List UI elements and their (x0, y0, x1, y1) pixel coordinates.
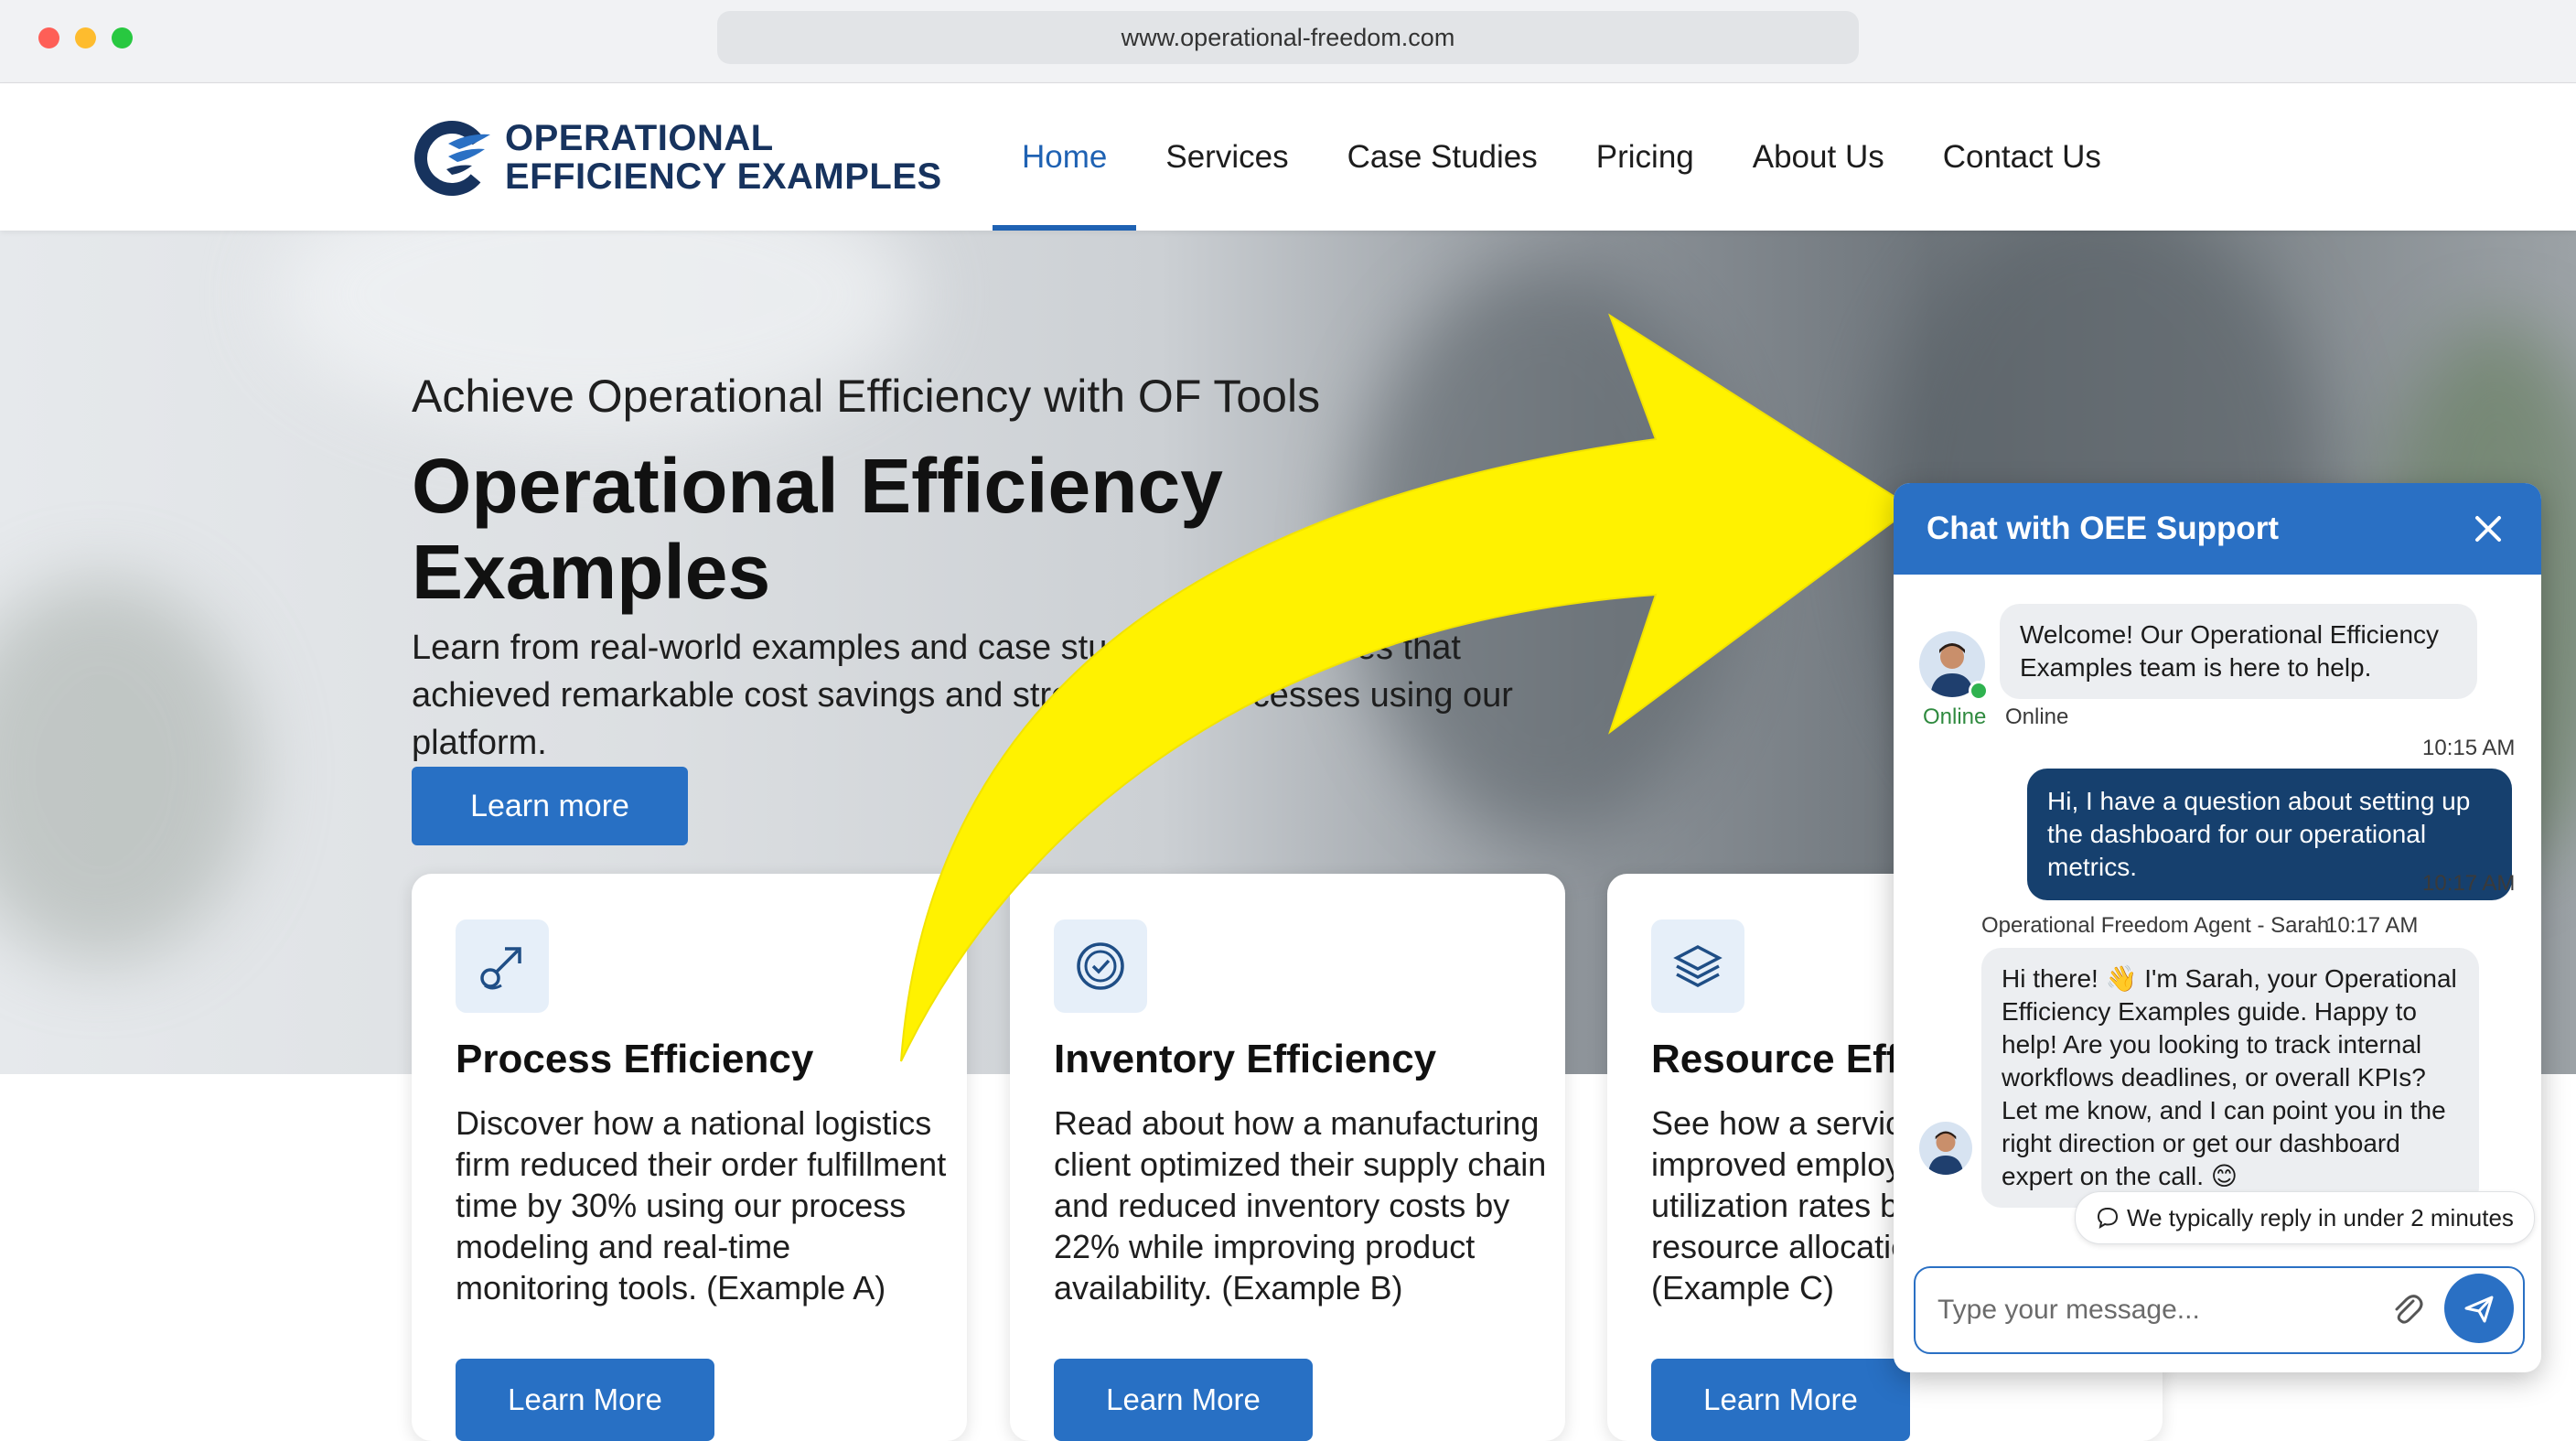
nav-services[interactable]: Services (1136, 83, 1317, 231)
maximize-window-button[interactable] (112, 27, 133, 48)
nav-about-us[interactable]: About Us (1723, 83, 1914, 231)
message-timestamp: 10:15 AM (2422, 736, 2516, 760)
url-text: www.operational-freedom.com (1121, 23, 1455, 51)
card-title: Process Efficiency (456, 1037, 814, 1081)
card-icon-wrap (1054, 919, 1147, 1013)
agent-avatar (1919, 1122, 1972, 1175)
check-circle-icon (1077, 942, 1124, 990)
hero-title: Operational Efficiency Examples (412, 443, 1223, 615)
card-title: Resource Effi (1651, 1037, 1911, 1081)
card-text: Read about how a manufacturing client op… (1054, 1104, 1547, 1307)
online-status-dot (1969, 681, 1989, 701)
card-icon-wrap (1651, 919, 1744, 1013)
chat-message-input[interactable] (1936, 1286, 2378, 1334)
card-icon-wrap (456, 919, 549, 1013)
chat-widget: Chat with OEE Support Online Welcome! Ou… (1894, 483, 2541, 1372)
card-process-efficiency: Process Efficiency Discover how a nation… (412, 874, 967, 1441)
nav-pricing[interactable]: Pricing (1567, 83, 1723, 231)
logo-line-2: EFFICIENCY EXAMPLES (505, 156, 942, 197)
nav-home[interactable]: Home (993, 83, 1137, 231)
hero-background-shape (0, 578, 256, 962)
browser-chrome: www.operational-freedom.com (0, 0, 2576, 83)
close-window-button[interactable] (38, 27, 59, 48)
agent-online-label: Online (1923, 704, 1987, 729)
agent-message: Hi there! 👋 I'm Sarah, your Operational … (1981, 948, 2479, 1208)
address-bar[interactable]: www.operational-freedom.com (717, 11, 1859, 64)
agent-message-time: 10:17 AM (2325, 913, 2419, 938)
welcome-message: Welcome! Our Operational Efficiency Exam… (2000, 604, 2477, 699)
message-timestamp: 10:17 AM (2422, 871, 2516, 896)
logo-text: OPERATIONAL EFFICIENCY EXAMPLES (505, 119, 942, 196)
layers-icon (1673, 945, 1723, 987)
reply-time-notice: We typically reply in under 2 minutes (2075, 1191, 2535, 1244)
chat-bubble-icon (2097, 1207, 2119, 1230)
reply-notice-text: We typically reply in under 2 minutes (2127, 1203, 2514, 1231)
person-avatar-icon (1927, 1131, 1964, 1175)
card-inventory-efficiency: Inventory Efficiency Read about how a ma… (1010, 874, 1565, 1441)
site-header: OPERATIONAL EFFICIENCY EXAMPLES Home Ser… (0, 83, 2576, 231)
card-learn-more-button[interactable]: Learn More (1651, 1359, 1910, 1441)
paperclip-icon[interactable] (2386, 1288, 2428, 1330)
send-message-button[interactable] (2444, 1274, 2514, 1343)
logo-mark-icon (414, 121, 490, 196)
main-nav: Home Services Case Studies Pricing About… (993, 83, 2131, 231)
chat-header: Chat with OEE Support (1894, 483, 2541, 575)
hero-description: Learn from real-world examples and case … (412, 629, 1513, 762)
learn-more-button[interactable]: Learn more (412, 767, 688, 845)
card-title: Inventory Efficiency (1054, 1037, 1437, 1081)
card-learn-more-button[interactable]: Learn More (1054, 1359, 1313, 1441)
logo-line-1: OPERATIONAL (505, 118, 774, 158)
chat-title: Chat with OEE Support (1927, 511, 2279, 546)
site-logo[interactable]: OPERATIONAL EFFICIENCY EXAMPLES (412, 116, 942, 199)
hero-subtitle: Achieve Operational Efficiency with OF T… (412, 371, 1321, 422)
chat-input-box (1914, 1266, 2525, 1354)
card-text: See how a service improved employs utili… (1651, 1104, 1921, 1307)
minimize-window-button[interactable] (75, 27, 96, 48)
close-icon[interactable] (2470, 511, 2506, 547)
status-label: Online (2005, 704, 2069, 729)
agent-name-label: Operational Freedom Agent - Sarah (1981, 913, 2330, 938)
card-text: Discover how a national logistics firm r… (456, 1104, 947, 1307)
card-learn-more-button[interactable]: Learn More (456, 1359, 714, 1441)
process-flow-icon (480, 947, 521, 990)
nav-contact-us[interactable]: Contact Us (1914, 83, 2131, 231)
nav-case-studies[interactable]: Case Studies (1318, 83, 1567, 231)
send-icon (2464, 1296, 2494, 1323)
